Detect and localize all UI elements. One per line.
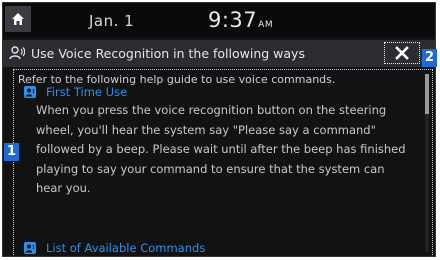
clock-display: 9:37AM [208, 8, 273, 32]
callout-label-2: 2 [422, 49, 437, 67]
home-icon [12, 13, 24, 25]
clock-ampm: AM [258, 20, 274, 30]
section-heading-text: First Time Use [46, 85, 128, 99]
home-button[interactable] [5, 6, 31, 32]
date-display: Jan. 1 [89, 12, 135, 30]
section-heading-first-time-use: First Time Use [24, 85, 127, 99]
dialog-title: Use Voice Recognition in the following w… [31, 46, 305, 61]
voice-recognition-icon [24, 86, 36, 98]
help-content-panel[interactable]: Refer to the following help guide to use… [13, 69, 433, 256]
infotainment-screen: Jan. 1 9:37AM Use Voice Recognition in t… [2, 2, 436, 257]
clock-time: 9:37 [208, 8, 258, 32]
close-icon [395, 46, 409, 60]
voice-recognition-icon [24, 242, 36, 254]
section-body-text: When you press the voice recognition but… [36, 103, 406, 195]
callout-label-1: 1 [4, 143, 19, 161]
dialog-title-bar: Use Voice Recognition in the following w… [3, 40, 435, 67]
scrollbar-thumb[interactable] [425, 74, 429, 114]
section-heading-available-commands[interactable]: List of Available Commands [24, 241, 205, 255]
section-heading-text: List of Available Commands [46, 241, 206, 255]
close-button[interactable] [384, 42, 420, 64]
voice-recognition-icon [9, 46, 25, 60]
status-bar: Jan. 1 9:37AM [3, 3, 435, 37]
